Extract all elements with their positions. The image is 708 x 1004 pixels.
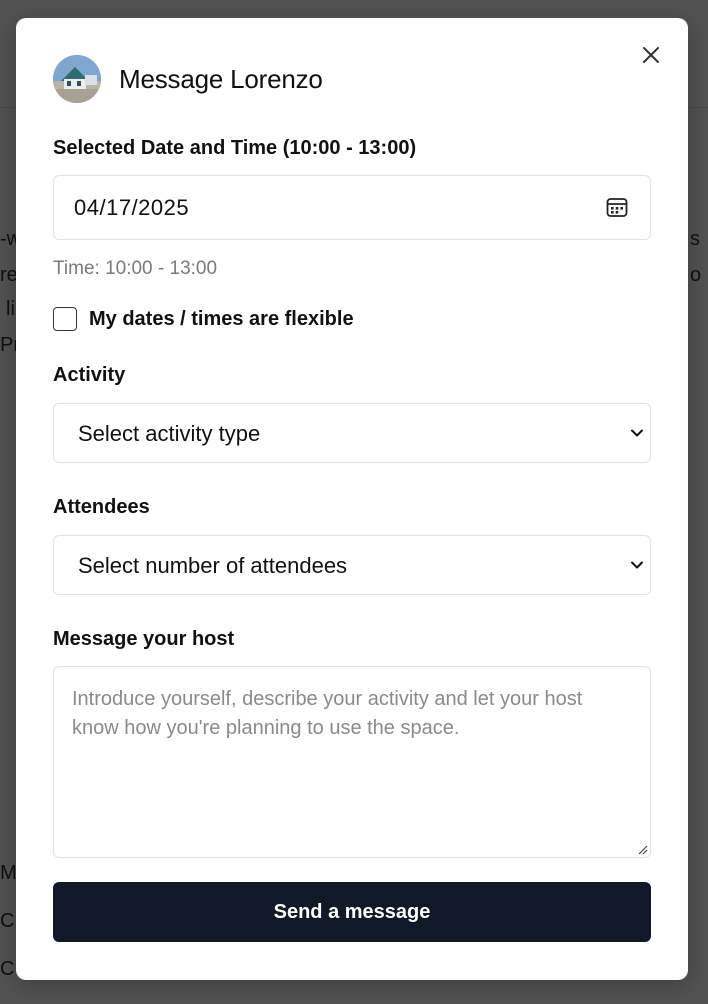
resize-handle-icon[interactable] <box>636 843 648 855</box>
house-photo-avatar-icon <box>53 55 101 103</box>
attendees-select[interactable]: Select number of attendees <box>53 535 651 595</box>
attendees-selected-value: Select number of attendees <box>78 553 348 578</box>
message-label: Message your host <box>53 628 235 650</box>
date-input[interactable]: 04/17/2025 <box>53 175 651 240</box>
activity-selected-value: Select activity type <box>78 421 261 446</box>
close-icon <box>643 47 659 63</box>
close-button[interactable] <box>640 44 662 66</box>
activity-select[interactable]: Select activity type <box>53 403 651 463</box>
message-host-dialog: Message Lorenzo Selected Date and Time (… <box>16 18 688 980</box>
flexible-dates-option[interactable]: My dates / times are flexible <box>53 307 354 331</box>
calendar-icon[interactable] <box>606 196 628 218</box>
chevron-down-icon <box>631 429 643 437</box>
activity-label: Activity <box>53 364 126 386</box>
send-message-button[interactable]: Send a message <box>53 882 651 942</box>
flexible-dates-label: My dates / times are flexible <box>89 307 354 330</box>
dialog-title: Message Lorenzo <box>119 63 323 94</box>
dialog-header: Message Lorenzo <box>53 55 323 103</box>
message-textarea[interactable]: Introduce yourself, describe your activi… <box>53 666 651 858</box>
chevron-down-icon <box>631 561 643 569</box>
date-value: 04/17/2025 <box>74 195 190 220</box>
date-time-label: Selected Date and Time (10:00 - 13:00) <box>53 137 417 159</box>
time-note: Time: 10:00 - 13:00 <box>53 258 218 279</box>
attendees-label: Attendees <box>53 496 150 518</box>
message-placeholder: Introduce yourself, describe your activi… <box>72 688 583 739</box>
avatar <box>53 55 101 103</box>
flexible-dates-checkbox[interactable] <box>53 307 77 331</box>
